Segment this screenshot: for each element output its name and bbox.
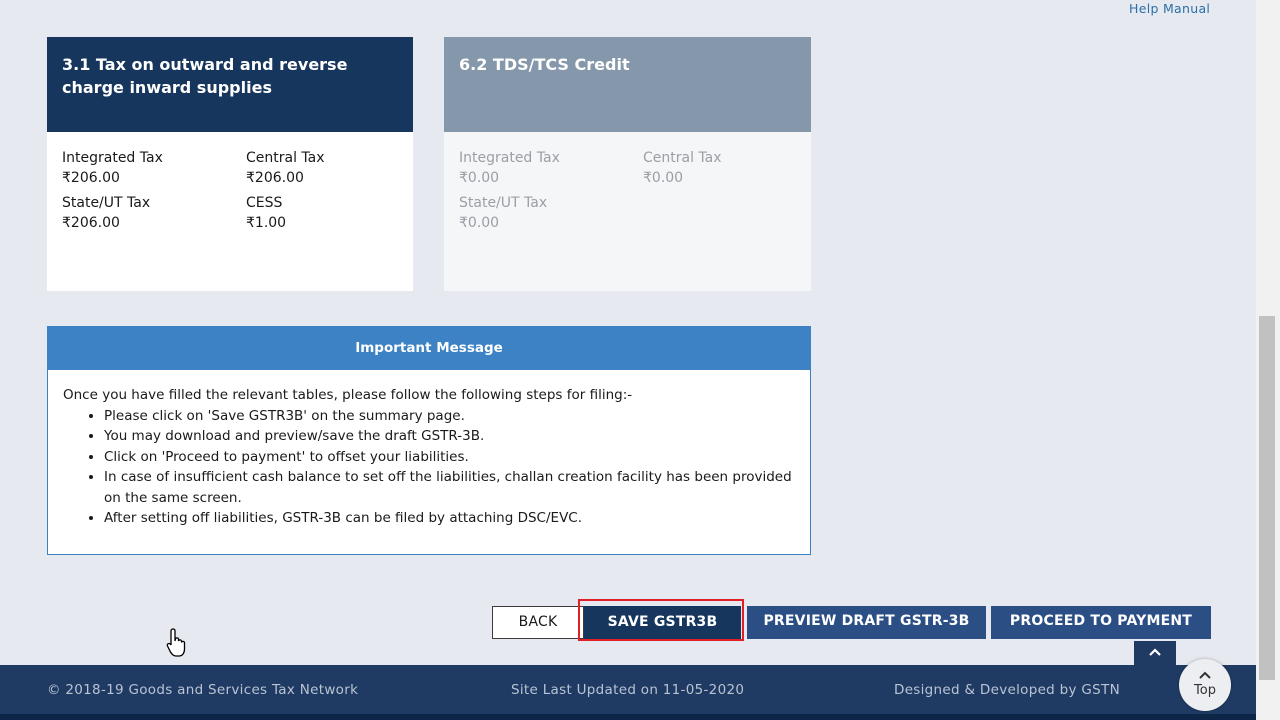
message-step: Please click on 'Save GSTR3B' on the sum… <box>104 406 795 427</box>
message-step: You may download and preview/save the dr… <box>104 426 795 447</box>
field-central-tax: Central Tax ₹206.00 <box>246 149 396 188</box>
scrollbar-thumb[interactable] <box>1259 316 1275 680</box>
chevron-up-icon <box>1179 669 1231 683</box>
field-label: CESS <box>246 195 283 211</box>
help-manual-link[interactable]: Help Manual <box>1129 1 1210 16</box>
message-step: In case of insufficient cash balance to … <box>104 467 795 508</box>
tds-tcs-credit-card: 6.2 TDS/TCS Credit Integrated Tax ₹0.00 … <box>444 37 811 291</box>
message-step: After setting off liabilities, GSTR-3B c… <box>104 508 795 529</box>
field-value: ₹0.00 <box>459 169 500 186</box>
footer-credits: Designed & Developed by GSTN <box>894 682 1120 698</box>
field-label: Integrated Tax <box>459 150 560 166</box>
field-value: ₹0.00 <box>643 169 684 186</box>
card-title: 6.2 TDS/TCS Credit <box>444 37 811 132</box>
field-value: ₹206.00 <box>62 214 120 231</box>
card-title: 3.1 Tax on outward and reverse charge in… <box>47 37 413 132</box>
field-label: State/UT Tax <box>62 195 151 211</box>
card-fields: Integrated Tax ₹206.00 Central Tax ₹206.… <box>47 132 413 233</box>
footer-bottom-bar <box>0 714 1256 720</box>
field-label: Central Tax <box>246 150 325 166</box>
message-step: Click on 'Proceed to payment' to offset … <box>104 447 795 468</box>
field-integrated-tax: Integrated Tax ₹206.00 <box>62 149 246 188</box>
message-intro: Once you have filled the relevant tables… <box>63 387 633 403</box>
field-integrated-tax: Integrated Tax ₹0.00 <box>459 149 643 188</box>
footer-copyright: © 2018-19 Goods and Services Tax Network <box>47 682 359 698</box>
field-label: Integrated Tax <box>62 150 163 166</box>
field-value: ₹0.00 <box>459 214 500 231</box>
top-label: Top <box>1194 683 1216 698</box>
field-cess: CESS ₹1.00 <box>246 194 396 233</box>
field-label: Central Tax <box>643 150 722 166</box>
back-to-top-button[interactable]: Top <box>1179 659 1231 711</box>
important-message-panel: Important Message Once you have filled t… <box>47 326 811 555</box>
field-value: ₹1.00 <box>246 214 287 231</box>
site-footer: © 2018-19 Goods and Services Tax Network… <box>0 665 1256 720</box>
message-body: Once you have filled the relevant tables… <box>48 370 810 529</box>
field-state-ut-tax: State/UT Tax ₹0.00 <box>459 194 643 233</box>
message-steps: Please click on 'Save GSTR3B' on the sum… <box>63 406 795 529</box>
footer-last-updated: Site Last Updated on 11-05-2020 <box>511 682 745 698</box>
tax-outward-card[interactable]: 3.1 Tax on outward and reverse charge in… <box>47 37 413 291</box>
field-value: ₹206.00 <box>62 169 120 186</box>
field-central-tax: Central Tax ₹0.00 <box>643 149 793 188</box>
save-gstr3b-button[interactable]: SAVE GSTR3B <box>584 606 741 639</box>
back-button[interactable]: BACK <box>492 606 584 639</box>
field-state-ut-tax: State/UT Tax ₹206.00 <box>62 194 246 233</box>
card-fields: Integrated Tax ₹0.00 Central Tax ₹0.00 S… <box>444 132 811 233</box>
preview-draft-button[interactable]: PREVIEW DRAFT GSTR-3B <box>747 606 986 639</box>
message-title: Important Message <box>47 326 811 370</box>
scroll-up-tab[interactable] <box>1134 641 1176 666</box>
proceed-to-payment-button[interactable]: PROCEED TO PAYMENT <box>991 606 1211 639</box>
hand-cursor-icon <box>165 627 189 659</box>
chevron-up-icon <box>1148 645 1162 661</box>
field-label: State/UT Tax <box>459 195 548 211</box>
field-value: ₹206.00 <box>246 169 304 186</box>
